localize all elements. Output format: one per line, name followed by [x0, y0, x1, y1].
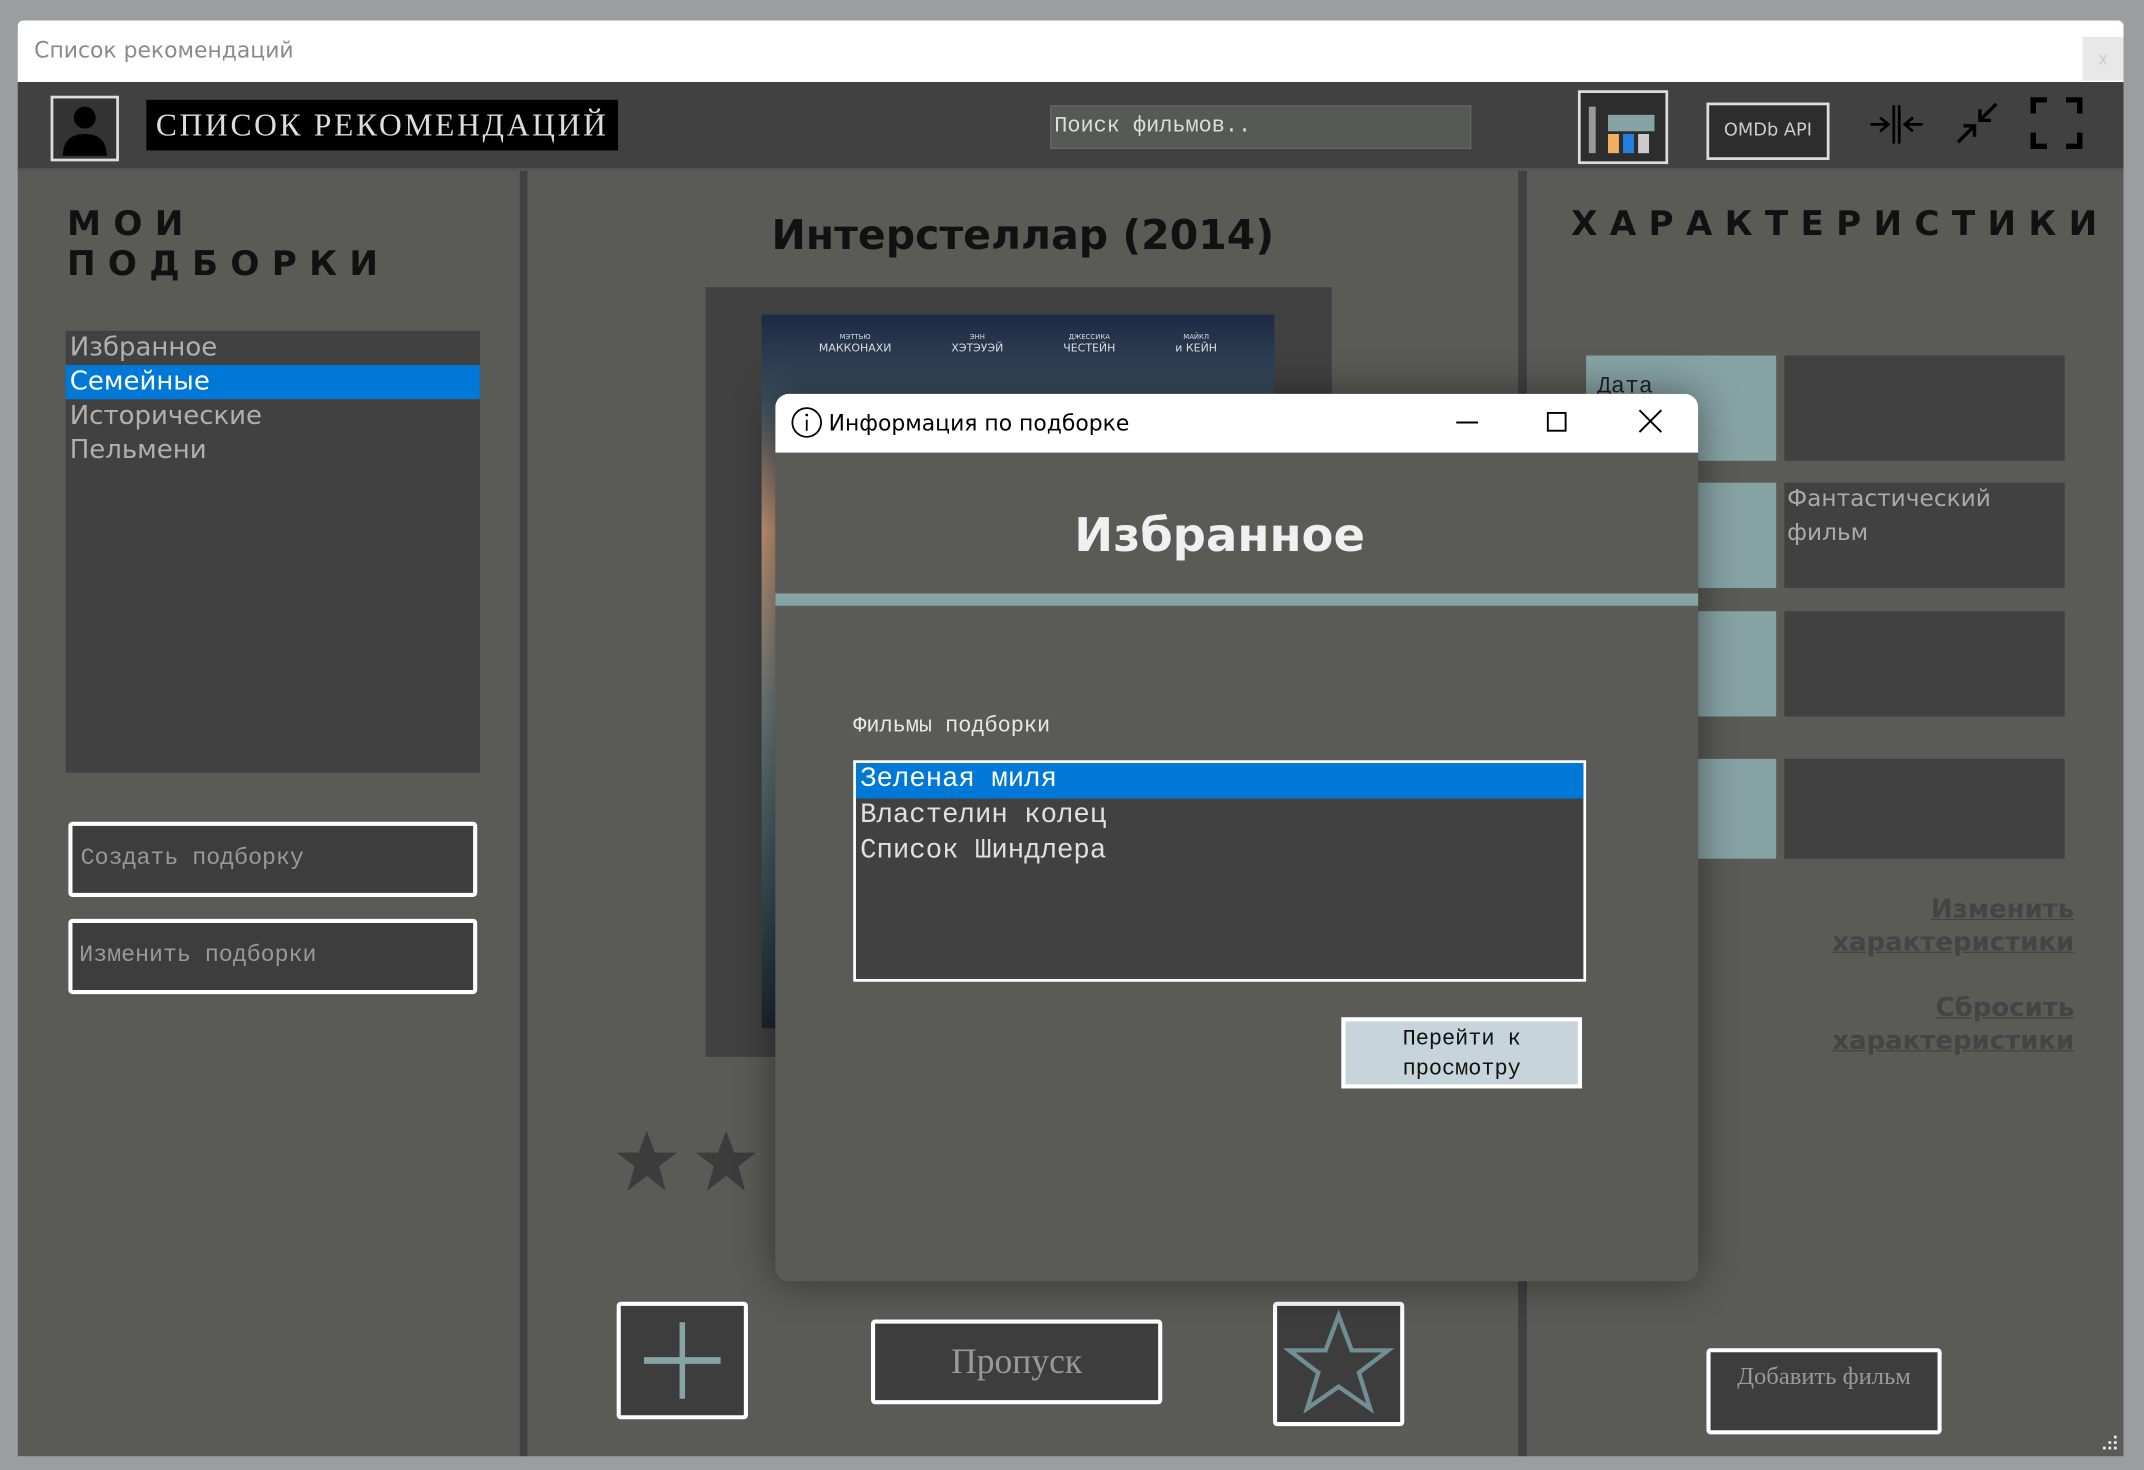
collection-item[interactable]: Исторические	[66, 399, 480, 433]
favorite-button[interactable]	[1273, 1301, 1405, 1427]
edit-characteristics-link[interactable]: Изменить характеристики	[1814, 893, 2074, 959]
collection-info-dialog: Информация по подборке Избранное Фильмы …	[775, 393, 1699, 1282]
rating-star-icon[interactable]	[614, 1128, 680, 1194]
search-input[interactable]: Поиск фильмов..	[1050, 105, 1472, 150]
add-button[interactable]	[616, 1301, 748, 1420]
poster-credit-last: ХЭТЭУЭЙ	[951, 341, 1004, 355]
omdb-api-button[interactable]: OMDb API	[1706, 102, 1830, 160]
accent-bar	[775, 593, 1699, 606]
characteristic-value[interactable]	[1784, 355, 2065, 461]
user-avatar-button[interactable]	[50, 95, 119, 162]
resize-grip-icon[interactable]	[2100, 1433, 2119, 1452]
film-item[interactable]: Зеленая миля	[855, 762, 1584, 799]
minimize-icon[interactable]	[1452, 407, 1482, 437]
dashboard-icon	[1588, 106, 1655, 154]
characteristic-value[interactable]: Фантастический фильм	[1784, 482, 2065, 588]
characteristic-value[interactable]	[1784, 611, 2065, 717]
window-titlebar: Список рекомендаций x	[17, 20, 2124, 83]
skip-button[interactable]: Пропуск	[871, 1319, 1163, 1405]
dashboard-button[interactable]	[1577, 90, 1669, 165]
film-item[interactable]: Список Шиндлера	[856, 834, 1583, 870]
films-label: Фильмы подборки	[853, 713, 1051, 739]
characteristics-heading: ХАРАКТЕРИСТИКИ	[1571, 203, 2110, 244]
poster-credit-first: МАЙКЛ	[1183, 333, 1209, 342]
collection-item[interactable]: Избранное	[66, 331, 480, 365]
plus-icon	[644, 1322, 721, 1399]
maximize-icon[interactable]	[1542, 407, 1572, 437]
window-close-button[interactable]: x	[2082, 36, 2124, 81]
film-item[interactable]: Властелин колец	[856, 799, 1583, 835]
reset-characteristics-link[interactable]: Сбросить характеристики	[1814, 991, 2074, 1057]
toolbar: СПИСОК РЕКОМЕНДАЦИЙ Поиск фильмов.. OMDb…	[17, 82, 2124, 171]
films-list[interactable]: Зеленая миля Властелин колец Список Шинд…	[853, 760, 1587, 982]
edit-collections-button[interactable]: Изменить подборки	[68, 918, 478, 995]
collections-heading: МОИ ПОДБОРКИ	[67, 203, 391, 284]
add-film-button[interactable]: Добавить фильм	[1706, 1348, 1942, 1435]
collection-item[interactable]: Пельмени	[66, 433, 480, 467]
user-icon	[62, 106, 107, 156]
go-to-view-button[interactable]: Перейти к просмотру	[1341, 1017, 1583, 1089]
info-icon	[791, 407, 822, 438]
minimize-arrows-icon[interactable]	[1953, 98, 2002, 147]
dialog-title: Информация по подборке	[828, 410, 1130, 437]
movie-title: Интерстеллар (2014)	[771, 211, 1275, 260]
divider	[519, 170, 528, 1457]
characteristic-value[interactable]	[1784, 758, 2065, 859]
poster-credit-first: ЭНН	[969, 333, 985, 342]
star-outline-icon	[1282, 1309, 1395, 1414]
poster-credit-first: ДЖЕССИКА	[1068, 333, 1110, 342]
poster-credit-first: МЭТТЬЮ	[839, 333, 871, 342]
app-logo: СПИСОК РЕКОМЕНДАЦИЙ	[146, 99, 619, 151]
close-icon[interactable]	[1635, 406, 1665, 436]
collapse-horizontal-icon[interactable]	[1868, 100, 1925, 149]
poster-credit-last: и КЕЙН	[1175, 341, 1217, 355]
poster-credit-last: ЧЕСТЕЙН	[1063, 341, 1116, 355]
create-collection-button[interactable]: Создать подборку	[68, 821, 478, 897]
rating-star-icon[interactable]	[693, 1128, 759, 1194]
dialog-titlebar: Информация по подборке	[775, 393, 1699, 453]
window-title: Список рекомендаций	[34, 36, 294, 63]
fullscreen-icon[interactable]	[2030, 97, 2083, 150]
collection-item[interactable]: Семейные	[65, 365, 480, 400]
poster-credit-last: МАККОНАХИ	[818, 341, 892, 355]
collections-list[interactable]: Избранное Семейные Исторические Пельмени	[65, 330, 480, 773]
collections-panel: МОИ ПОДБОРКИ Избранное Семейные Историче…	[17, 170, 520, 1457]
collection-name: Избранное	[1074, 508, 1366, 564]
